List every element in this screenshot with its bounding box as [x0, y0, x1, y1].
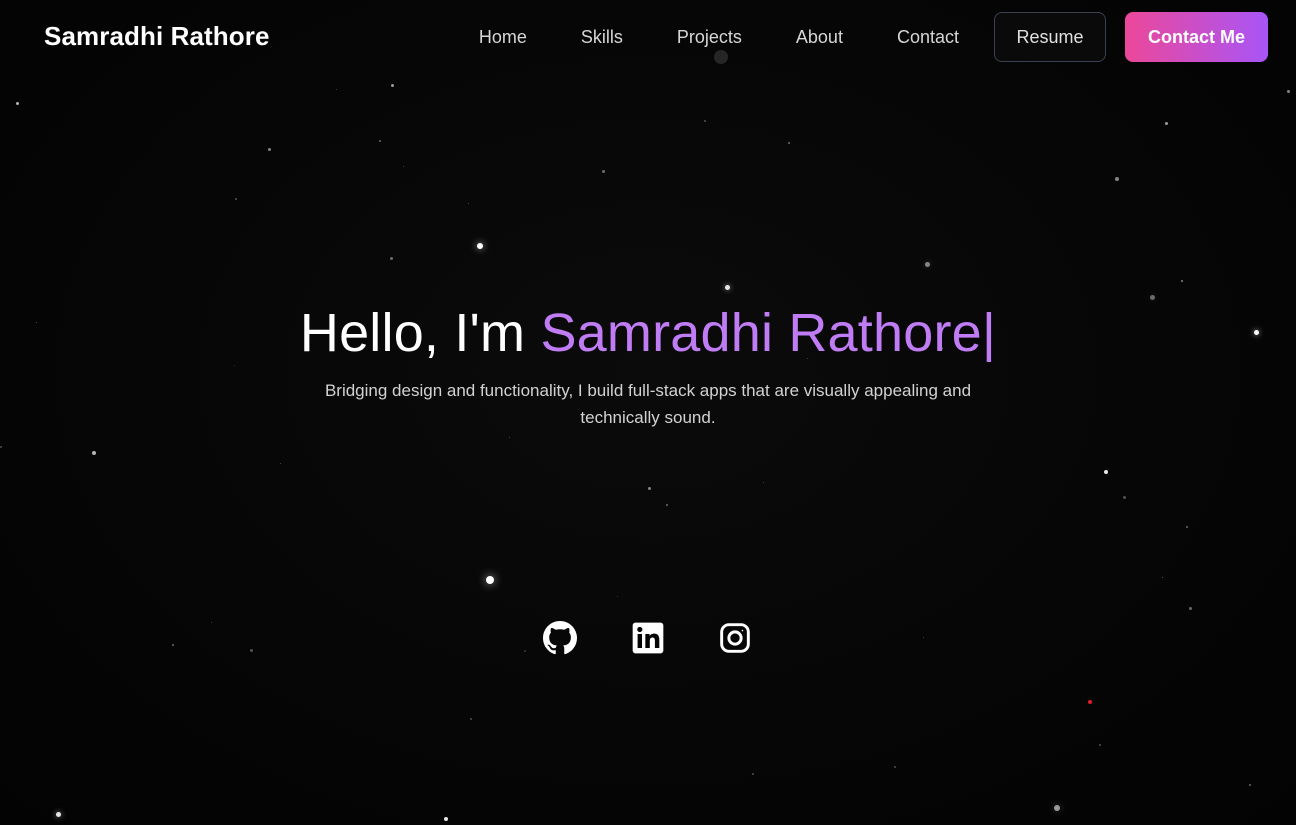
star-dot — [788, 142, 790, 144]
star-dot — [1286, 89, 1290, 93]
star-dot — [1115, 177, 1119, 181]
hero-title: Hello, I'm Samradhi Rathore| — [0, 300, 1296, 366]
hero-greeting: Hello, I'm — [299, 303, 541, 363]
star-dot — [390, 83, 394, 87]
brand-logo[interactable]: Samradhi Rathore — [44, 21, 270, 52]
star-dot — [389, 256, 393, 260]
star-dot — [1181, 280, 1183, 282]
star-dot — [486, 576, 494, 584]
github-link[interactable] — [542, 620, 578, 656]
star-dot — [1122, 495, 1126, 499]
star-dot — [1164, 121, 1168, 125]
nav-projects[interactable]: Projects — [677, 12, 742, 62]
star-dot — [379, 140, 381, 142]
star-dot — [279, 462, 281, 464]
instagram-icon — [719, 623, 750, 653]
star-dot — [267, 147, 271, 151]
star-dot — [1149, 294, 1155, 300]
star-dot — [1249, 784, 1251, 786]
star-dot — [92, 451, 96, 455]
star-dot — [402, 165, 404, 167]
star-dot — [724, 284, 730, 290]
star-dot — [704, 120, 706, 122]
star-dot — [1104, 470, 1108, 474]
star-dot — [0, 446, 2, 448]
nav-contact[interactable]: Contact — [897, 12, 959, 62]
star-dot — [647, 486, 651, 490]
nav-home[interactable]: Home — [479, 12, 527, 62]
star-dot — [508, 436, 510, 438]
resume-button[interactable]: Resume — [994, 12, 1106, 62]
social-links — [0, 620, 1296, 656]
star-dot — [444, 817, 448, 821]
star-dot — [924, 261, 930, 267]
contact-me-button[interactable]: Contact Me — [1125, 12, 1268, 62]
nav-skills[interactable]: Skills — [581, 12, 623, 62]
star-dot — [470, 718, 472, 720]
star-dot — [752, 773, 754, 775]
star-dot — [235, 198, 237, 200]
star-dot — [894, 766, 896, 768]
star-dot — [1186, 526, 1188, 528]
typing-cursor: | — [981, 303, 997, 363]
page: Samradhi Rathore Home Skills Projects Ab… — [0, 0, 1296, 825]
star-dot — [1188, 606, 1192, 610]
linkedin-icon — [632, 622, 663, 654]
star-dot — [666, 504, 668, 506]
nav-about[interactable]: About — [796, 12, 843, 62]
hero-name: Samradhi Rathore — [540, 303, 982, 363]
star-dot — [335, 88, 337, 90]
star-dot — [1088, 700, 1092, 704]
star-dot — [601, 169, 605, 173]
star-dot — [15, 101, 19, 105]
star-dot — [477, 243, 483, 249]
star-dot — [55, 811, 61, 817]
star-dot — [1054, 805, 1060, 811]
star-dot — [616, 595, 618, 597]
linkedin-link[interactable] — [630, 620, 666, 656]
hero-subtitle: Bridging design and functionality, I bui… — [324, 381, 972, 427]
star-dot — [1161, 576, 1163, 578]
github-icon — [542, 621, 577, 655]
star-dot — [467, 202, 469, 204]
star-dot — [1099, 744, 1101, 746]
star-dot — [762, 481, 764, 483]
instagram-link[interactable] — [717, 620, 753, 656]
main-nav: Home Skills Projects About Contact Resum… — [479, 12, 1268, 62]
hero-section: Hello, I'm Samradhi Rathore| Bridging de… — [0, 300, 1296, 431]
